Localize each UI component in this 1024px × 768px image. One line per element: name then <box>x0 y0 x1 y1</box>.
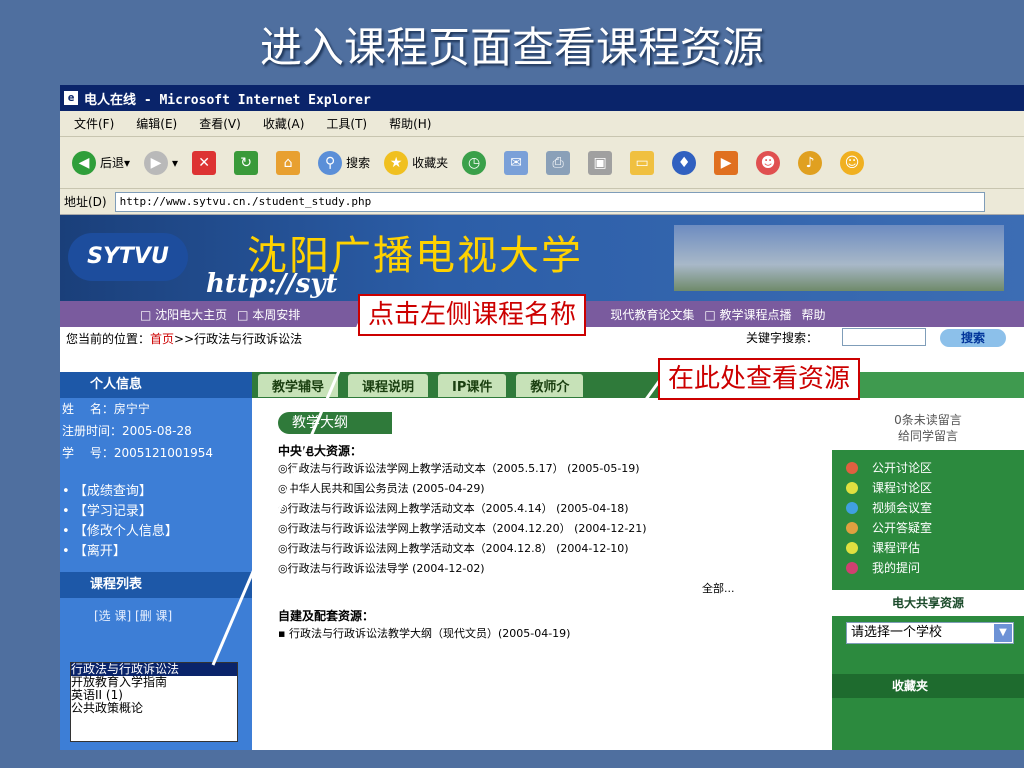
pointer-line-courses <box>211 321 362 666</box>
callout-view-resources: 在此处查看资源 <box>658 358 861 400</box>
pointer-line-resources <box>616 379 662 439</box>
callout-click-course: 点击左侧课程名称 <box>358 294 587 336</box>
callout-pointers <box>211 321 662 666</box>
